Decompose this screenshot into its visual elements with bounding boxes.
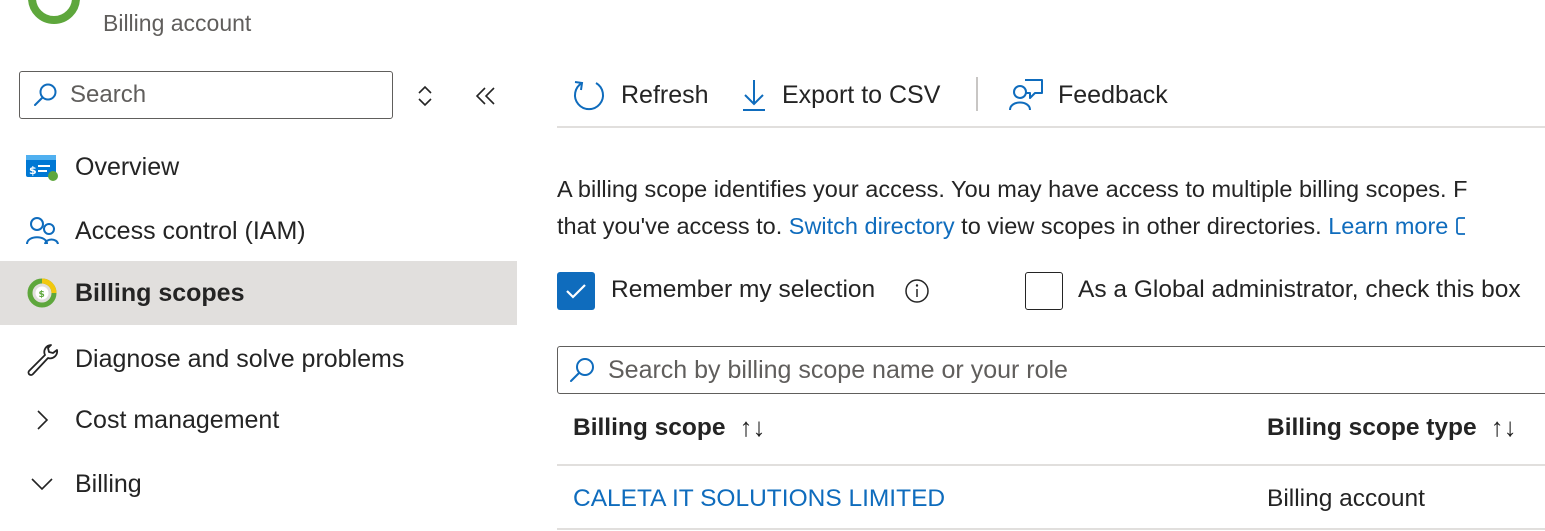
column-header-billing-scope-type[interactable]: Billing scope type ↑↓ [1267, 412, 1517, 443]
external-link-icon [1456, 217, 1465, 235]
global-admin-label: As a Global administrator, check this bo… [1078, 276, 1521, 303]
sort-icon[interactable]: ↑↓ [1491, 412, 1517, 443]
table-header-divider [557, 464, 1545, 466]
sidebar-item-billing[interactable]: Billing [0, 452, 517, 516]
refresh-label: Refresh [621, 80, 709, 109]
billing-scope-link[interactable]: CALETA IT SOLUTIONS LIMITED [573, 485, 945, 513]
sidebar-search-placeholder: Search [70, 81, 147, 108]
toolbar-divider [976, 77, 978, 111]
description-text: to view scopes in other directories. [954, 213, 1329, 239]
sidebar-item-label: Overview [75, 152, 180, 181]
sidebar-item-label: Billing scopes [75, 278, 245, 307]
description-text: that you've access to. [557, 213, 789, 239]
wrench-icon [25, 342, 59, 376]
sidebar-item-label: Diagnose and solve problems [75, 344, 405, 373]
billing-scope-search-input[interactable]: Search by billing scope name or your rol… [557, 346, 1545, 394]
sidebar-item-billing-scopes[interactable]: $ Billing scopes [0, 261, 517, 325]
export-csv-label: Export to CSV [782, 80, 941, 109]
svg-text:$: $ [29, 164, 37, 177]
svg-text:$: $ [39, 290, 45, 300]
description-line-1: A billing scope identifies your access. … [557, 176, 1468, 202]
search-icon [570, 358, 594, 382]
sidebar-item-label: Billing [75, 469, 142, 498]
people-icon [25, 214, 59, 248]
collapse-sidebar-icon[interactable] [474, 84, 498, 108]
remember-selection-checkbox[interactable] [557, 272, 595, 310]
chevron-right-icon [25, 403, 59, 437]
checkmark-icon [566, 284, 586, 299]
sidebar-item-label: Access control (IAM) [75, 216, 306, 245]
export-csv-button[interactable]: Export to CSV [740, 72, 940, 118]
billing-scope-type-cell: Billing account [1267, 485, 1425, 512]
learn-more-link[interactable]: Learn more [1328, 213, 1448, 239]
description-line-2: that you've access to. Switch directory … [557, 213, 1471, 240]
refresh-icon [574, 81, 604, 111]
sidebar-item-label: Cost management [75, 405, 280, 434]
download-icon [743, 80, 765, 111]
sort-icon[interactable]: ↑↓ [739, 412, 765, 443]
page-subtitle: Billing account [103, 10, 252, 36]
expand-collapse-all-icon[interactable] [415, 83, 435, 109]
column-header-billing-scope[interactable]: Billing scope ↑↓ [573, 412, 765, 443]
billing-account-logo-icon [28, 0, 80, 24]
switch-directory-link[interactable]: Switch directory [789, 213, 955, 239]
table-row-divider [557, 528, 1545, 530]
column-header-label: Billing scope type [1267, 413, 1477, 441]
info-icon[interactable] [904, 278, 930, 304]
toolbar-divider-line [557, 126, 1545, 128]
sidebar-search-input[interactable]: Search [19, 71, 393, 119]
chevron-down-icon [25, 467, 59, 501]
search-icon [34, 83, 57, 106]
remember-selection-label: Remember my selection [611, 276, 876, 303]
global-admin-checkbox[interactable] [1025, 272, 1063, 310]
sidebar-item-diagnose[interactable]: Diagnose and solve problems [0, 327, 517, 391]
billing-overview-icon: $ [25, 150, 59, 184]
feedback-icon [1009, 79, 1043, 111]
feedback-button[interactable]: Feedback [1008, 72, 1168, 118]
billing-scope-search-placeholder: Search by billing scope name or your rol… [608, 355, 1068, 384]
sidebar-item-cost-management[interactable]: Cost management [0, 388, 517, 452]
sidebar-item-overview[interactable]: $ Overview [0, 135, 517, 199]
column-header-label: Billing scope [573, 413, 726, 441]
feedback-label: Feedback [1058, 80, 1168, 109]
sidebar-item-access-control[interactable]: Access control (IAM) [0, 199, 517, 263]
refresh-button[interactable]: Refresh [571, 72, 709, 118]
billing-scopes-icon: $ [25, 276, 59, 310]
